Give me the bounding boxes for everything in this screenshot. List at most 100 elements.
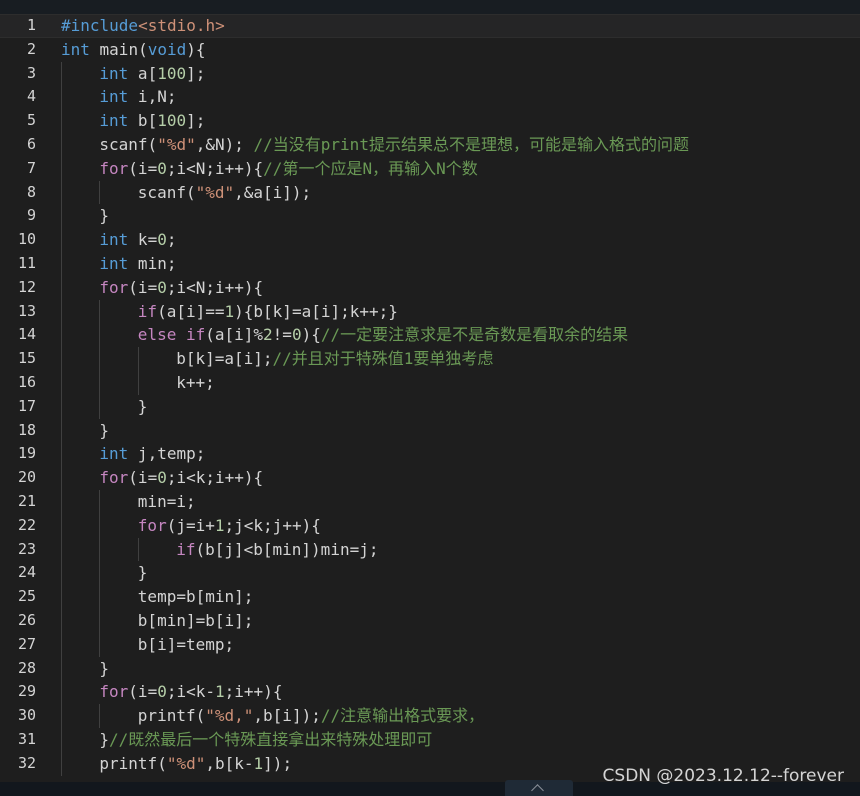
token-kw: int xyxy=(99,111,129,131)
indent-guide xyxy=(61,537,62,562)
code-line[interactable]: 13 if(a[i]==1){b[k]=a[i];k++;} xyxy=(0,299,860,324)
token-ctl: for xyxy=(99,468,129,488)
indent-guide xyxy=(61,704,62,728)
code-line[interactable]: 27 b[i]=temp; xyxy=(0,632,860,657)
code-line[interactable]: 30 printf("%d,",b[i]);//注意输出格式要求， xyxy=(0,704,860,728)
code-line[interactable]: 7 for(i=0;i<N;i++){//第一个应是N，再输入N个数 xyxy=(0,156,860,181)
line-number: 17 xyxy=(17,396,36,415)
token-num: 1 xyxy=(214,515,225,535)
line-number: 18 xyxy=(17,420,36,439)
code-line[interactable]: 14 else if(a[i]%2!=0){//一定要注意求是不是奇数是看取余的结… xyxy=(0,323,860,348)
code-line[interactable]: 24} xyxy=(0,561,860,586)
code-text: b[k]=a[i];//并且对于特殊值1要单独考虑 xyxy=(176,347,493,371)
code-text: b[min]=b[i]; xyxy=(138,609,254,633)
token-plain: } xyxy=(99,729,110,749)
token-num: 0 xyxy=(157,277,167,297)
line-number: 12 xyxy=(17,277,36,296)
code-line[interactable]: 29 for(i=0;i<k-1;i++){ xyxy=(0,680,860,705)
watermark: CSDN @2023.12.12--forever xyxy=(602,766,844,786)
token-cmt: //注意输出格式要求， xyxy=(320,706,485,726)
token-plain: } xyxy=(137,563,148,583)
token-plain: main( xyxy=(89,39,148,59)
indent-guide xyxy=(99,513,101,538)
token-plain: ;j<k;j++){ xyxy=(224,515,321,535)
code-line[interactable]: 4 int i,N; xyxy=(0,85,860,110)
line-number: 11 xyxy=(17,253,36,272)
code-line[interactable]: 2 int main(void){ xyxy=(0,38,860,62)
code-line[interactable]: 22 for(j=i+1;j<k;j++){ xyxy=(0,513,860,538)
code-line[interactable]: 15 b[k]=a[i];//并且对于特殊值1要单独考虑 xyxy=(0,347,860,371)
code-line[interactable]: 16 k++; xyxy=(0,370,860,395)
code-line[interactable]: 10 int k=0; xyxy=(0,228,860,252)
code-text: } xyxy=(138,561,148,585)
line-number: 10 xyxy=(17,230,36,249)
token-plain: } xyxy=(99,420,110,440)
indent-guide xyxy=(61,513,62,538)
token-plain: ]); xyxy=(263,753,293,773)
code-line[interactable]: 1 #include<stdio.h> xyxy=(0,14,860,38)
token-str: "%d," xyxy=(205,706,254,726)
token-plain: ,b[k- xyxy=(205,753,254,773)
code-text: } xyxy=(99,657,109,681)
indent-guide xyxy=(61,299,62,324)
token-plain: (i= xyxy=(128,468,158,488)
indent-guide xyxy=(61,418,62,443)
code-line[interactable]: 9} xyxy=(0,204,860,229)
code-line[interactable]: 12 for(i=0;i<N;i++){ xyxy=(0,275,860,300)
code-line[interactable]: 5 int b[100]; xyxy=(0,109,860,133)
line-number: 6 xyxy=(26,134,36,153)
code-text: for(i=0;i<N;i++){ xyxy=(99,276,263,300)
token-plain: scanf( xyxy=(99,134,158,154)
code-text: int a[100]; xyxy=(99,62,205,86)
code-line[interactable]: 8 scanf("%d",&a[i]); xyxy=(0,180,860,205)
indent-guide xyxy=(61,727,62,752)
token-plain: printf( xyxy=(99,753,167,773)
code-text: int main(void){ xyxy=(61,38,206,62)
code-text: for(j=i+1;j<k;j++){ xyxy=(138,514,321,538)
code-text: int b[100]; xyxy=(99,109,205,133)
code-line[interactable]: 11 int min; xyxy=(0,251,860,276)
code-line[interactable]: 17} xyxy=(0,394,860,419)
code-lines[interactable]: 1 #include<stdio.h> 2 int main(void){3 int a… xyxy=(0,14,860,776)
indent-guide xyxy=(99,299,101,324)
code-text: int min; xyxy=(99,252,176,276)
code-text: int j,temp; xyxy=(99,442,205,466)
code-line[interactable]: 28} xyxy=(0,656,860,681)
code-line[interactable]: 23 if(b[j]<b[min])min=j; xyxy=(0,537,860,562)
code-line[interactable]: 21 min=i; xyxy=(0,489,860,514)
token-ctl: for xyxy=(99,158,129,178)
token-num: 1 xyxy=(224,301,235,321)
indent-guide xyxy=(61,394,62,419)
code-text: if(b[j]<b[min])min=j; xyxy=(176,538,378,562)
code-line[interactable]: 19 int j,temp; xyxy=(0,442,860,467)
code-line[interactable]: 25 temp=b[min]; xyxy=(0,585,860,609)
code-text: scanf("%d",&a[i]); xyxy=(138,181,311,205)
code-text: else if(a[i]%2!=0){//一定要注意求是不是奇数是看取余的结果 xyxy=(138,323,628,347)
code-line[interactable]: 26 b[min]=b[i]; xyxy=(0,608,860,633)
code-text: min=i; xyxy=(138,490,196,514)
code-line[interactable]: 18} xyxy=(0,418,860,443)
indent-guide xyxy=(61,585,62,609)
token-plain: temp=b[min]; xyxy=(137,587,254,607)
token-plain: ){ xyxy=(301,325,321,345)
line-number: 15 xyxy=(17,349,36,368)
token-ctl: if xyxy=(185,325,206,345)
code-text: int k=0; xyxy=(99,228,176,252)
code-editor[interactable]: 1 #include<stdio.h> 2 int main(void){3 int a… xyxy=(0,0,860,796)
code-text: k++; xyxy=(176,371,215,395)
indent-guide xyxy=(61,61,62,86)
token-str: "%d" xyxy=(195,182,235,202)
token-cmt: //并且对于特殊值1要单独考虑 xyxy=(272,349,494,369)
indent-guide xyxy=(61,275,62,300)
indent-guide xyxy=(99,537,101,562)
code-line[interactable]: 20 for(i=0;i<k;i++){ xyxy=(0,466,860,490)
token-plain: (i= xyxy=(128,682,158,702)
scroll-up-button[interactable] xyxy=(505,780,573,796)
token-pp: #include xyxy=(61,16,139,35)
code-line[interactable]: 6 scanf("%d",&N); //当没有print提示结果总不是理想，可能是… xyxy=(0,132,860,157)
code-line[interactable]: 3 int a[100]; xyxy=(0,61,860,86)
indent-guide xyxy=(61,680,62,705)
line-number: 27 xyxy=(17,634,36,653)
code-line[interactable]: 31}//既然最后一个特殊直接拿出来特殊处理即可 xyxy=(0,727,860,752)
